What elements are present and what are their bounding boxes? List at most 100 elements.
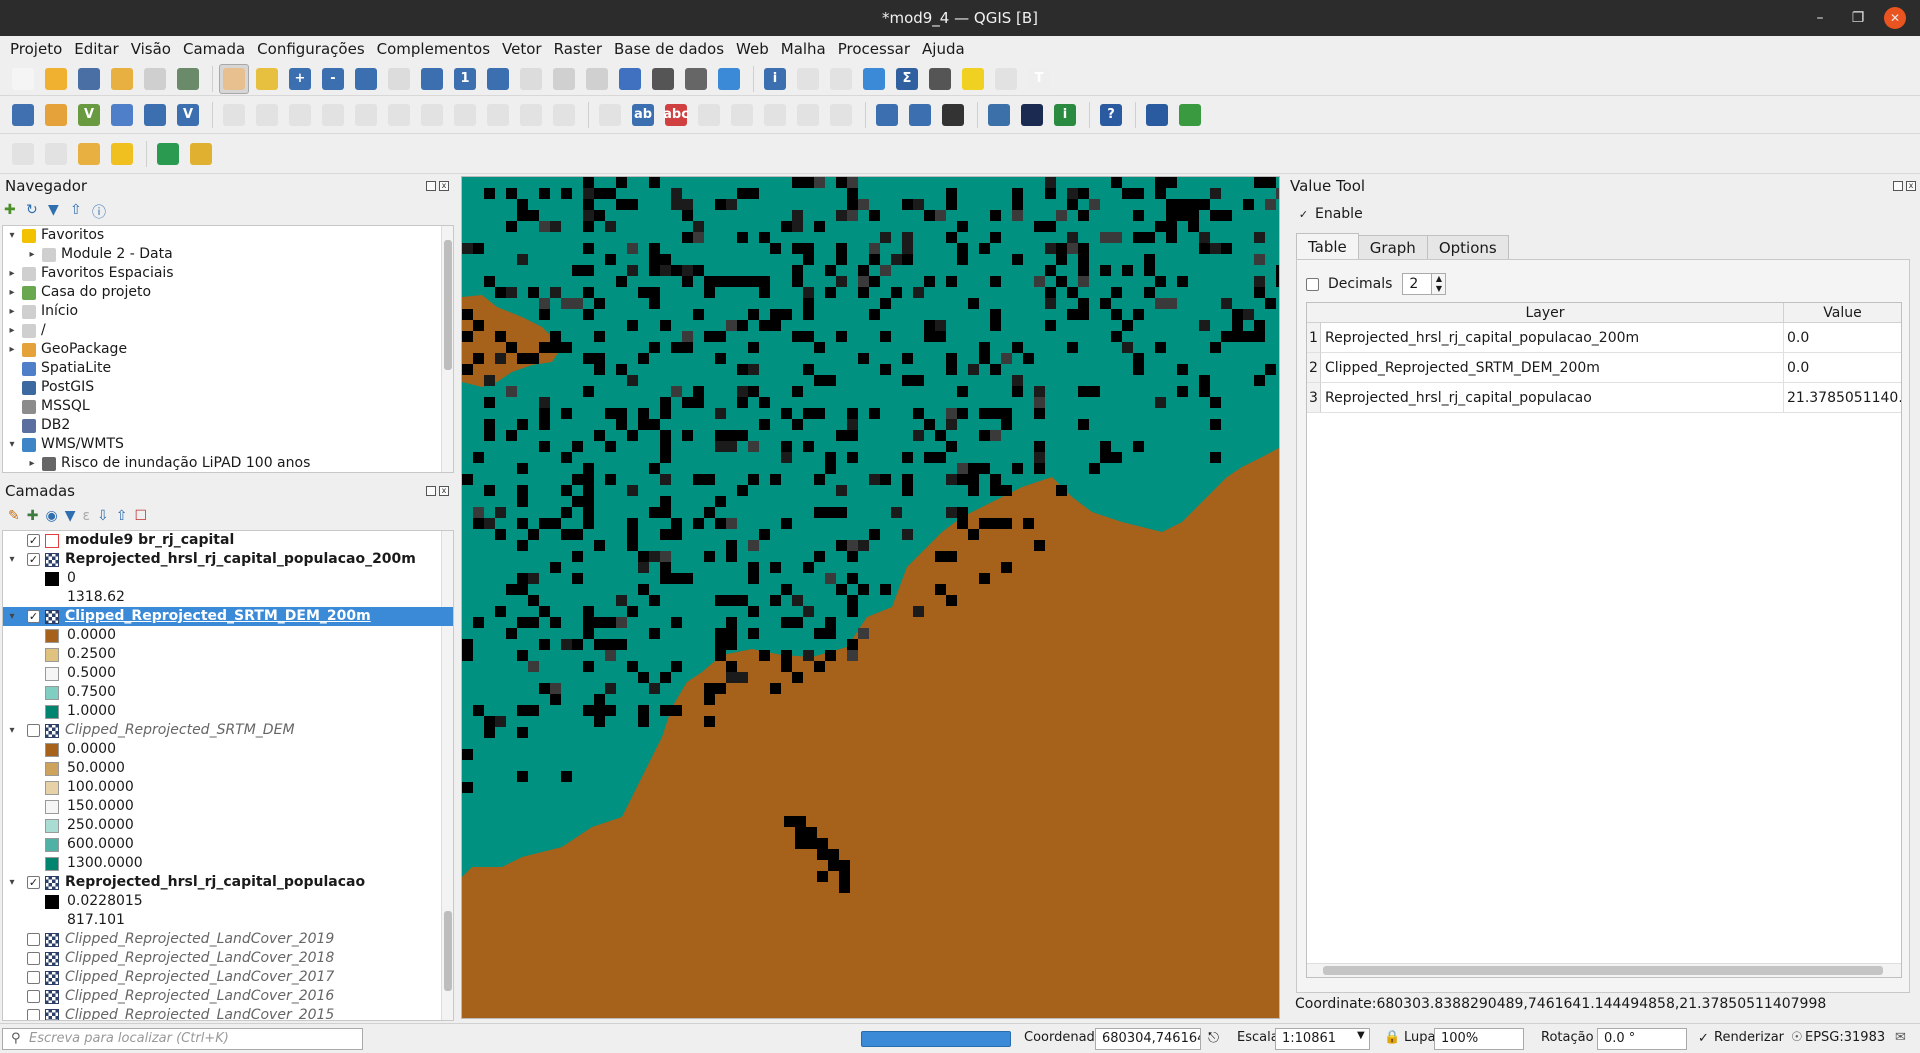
expand-arrow-icon[interactable]: ▾ — [7, 873, 17, 892]
undo-button[interactable] — [516, 100, 546, 130]
statistics-button[interactable]: Σ — [892, 64, 922, 94]
layer-item[interactable]: Clipped_Reprojected_LandCover_2016 — [3, 987, 453, 1006]
zoom-last-button[interactable] — [483, 64, 513, 94]
attribute-table-button[interactable] — [793, 64, 823, 94]
menu-web[interactable]: Web — [730, 36, 775, 62]
expand-arrow-icon[interactable]: ▾ — [7, 435, 17, 454]
menu-camada[interactable]: Camada — [177, 36, 251, 62]
layer-visibility-checkbox[interactable]: ✓ — [27, 610, 40, 623]
browser-item[interactable]: ▸ Favoritos Espaciais — [3, 264, 453, 283]
move-label-button[interactable] — [760, 100, 790, 130]
map-raster[interactable] — [462, 177, 1280, 1019]
expand-arrow-icon[interactable]: ▸ — [7, 302, 17, 321]
menu-processar[interactable]: Processar — [832, 36, 916, 62]
expand-all-icon[interactable]: ⇩ — [97, 508, 109, 524]
value-row-value[interactable]: 0.0 — [1783, 323, 1901, 353]
save-edits-button[interactable] — [285, 100, 315, 130]
select-by-expression-button[interactable] — [107, 139, 137, 169]
value-row-value[interactable]: 21.3785051140.. — [1783, 383, 1901, 413]
browser-item[interactable]: ▾ WMS/WMTS — [3, 435, 453, 454]
value-row-layer[interactable]: Reprojected_hrsl_rj_capital_populacao — [1321, 383, 1783, 413]
lock-icon[interactable]: 🔒 — [1384, 1030, 1400, 1045]
layer-item[interactable]: ✓ module9 br_rj_capital — [3, 531, 453, 550]
scale-field[interactable]: 1:10861 — [1275, 1028, 1370, 1050]
style-manager-icon[interactable]: ✎ — [8, 508, 20, 524]
layer-visibility-checkbox[interactable] — [27, 952, 40, 965]
menu-ajuda[interactable]: Ajuda — [916, 36, 971, 62]
menu-base-de-dados[interactable]: Base de dados — [608, 36, 730, 62]
layer-visibility-checkbox[interactable] — [27, 724, 40, 737]
tab-table[interactable]: Table — [1296, 233, 1359, 260]
zoom-out-button[interactable]: - — [318, 64, 348, 94]
add-feature-button[interactable] — [318, 100, 348, 130]
select-by-value-button[interactable] — [41, 139, 71, 169]
python-console-button[interactable] — [984, 100, 1014, 130]
metasearch-button[interactable] — [938, 100, 968, 130]
layer-visibility-checkbox[interactable] — [27, 971, 40, 984]
zoom-in-button[interactable]: + — [285, 64, 315, 94]
deselect-button[interactable] — [74, 139, 104, 169]
layer-item[interactable]: ▾ Clipped_Reprojected_SRTM_DEM — [3, 721, 453, 740]
zoom-native-button[interactable]: 1 — [450, 64, 480, 94]
wfs-button[interactable] — [905, 100, 935, 130]
browser-item[interactable]: ▸ Risco de inundação LiPAD 100 anos — [3, 454, 453, 472]
layer-item[interactable]: Clipped_Reprojected_LandCover_2018 — [3, 949, 453, 968]
value-row-value[interactable]: 0.0 — [1783, 353, 1901, 383]
layer-item[interactable]: ▾ ✓ Reprojected_hrsl_rj_capital_populacao_… — [3, 550, 453, 569]
close-panel-icon[interactable]: x — [439, 181, 449, 191]
open-project-button[interactable] — [41, 64, 71, 94]
decimals-stepper[interactable]: ▲ ▼ — [1432, 273, 1447, 295]
expand-arrow-icon[interactable]: ▸ — [7, 283, 17, 302]
expand-arrow-icon[interactable]: ▸ — [7, 264, 17, 283]
browser-item[interactable]: ▾ Favoritos — [3, 226, 453, 245]
new-bookmark-button[interactable] — [615, 64, 645, 94]
browser-item[interactable]: ▸ GeoPackage — [3, 340, 453, 359]
refresh-icon[interactable]: ↻ — [26, 202, 42, 218]
expand-arrow-icon[interactable]: ▸ — [27, 454, 37, 472]
value-tool-button[interactable] — [153, 139, 183, 169]
layer-visibility-checkbox[interactable]: ✓ — [27, 553, 40, 566]
expand-arrow-icon[interactable]: ▾ — [7, 721, 17, 740]
close-icon[interactable]: ✕ — [1884, 7, 1906, 29]
new-3d-view-button[interactable] — [582, 64, 612, 94]
chevron-down-icon[interactable]: ▼ — [1357, 1030, 1365, 1041]
layer-visibility-checkbox[interactable] — [27, 1009, 40, 1020]
zoom-selection-button[interactable] — [384, 64, 414, 94]
float-panel-icon[interactable] — [426, 486, 436, 496]
new-project-button[interactable] — [8, 64, 38, 94]
paste-features-button[interactable] — [483, 100, 513, 130]
zoom-next-button[interactable] — [516, 64, 546, 94]
crs-label[interactable]: EPSG:31983 — [1805, 1030, 1885, 1045]
wms-button[interactable] — [872, 100, 902, 130]
layer-visibility-checkbox[interactable]: ✓ — [27, 876, 40, 889]
new-virtual-layer-button[interactable]: V — [173, 100, 203, 130]
delete-selected-button[interactable] — [384, 100, 414, 130]
label-diagram-button[interactable]: abc — [661, 100, 691, 130]
expand-arrow-icon[interactable]: ▾ — [7, 550, 17, 569]
browser-item[interactable]: PostGIS — [3, 378, 453, 397]
info-plugin-button[interactable]: i — [1050, 100, 1080, 130]
layer-item[interactable]: Clipped_Reprojected_LandCover_2017 — [3, 968, 453, 987]
visibility-icon[interactable]: ◉ — [45, 508, 57, 524]
save-as-button[interactable] — [107, 64, 137, 94]
expand-arrow-icon[interactable]: ▸ — [7, 321, 17, 340]
menu-editar[interactable]: Editar — [68, 36, 124, 62]
layer-column-header[interactable]: Layer — [1307, 303, 1783, 323]
select-features-button[interactable] — [8, 139, 38, 169]
zoom-layer-button[interactable] — [417, 64, 447, 94]
new-map-view-button[interactable] — [549, 64, 579, 94]
close-panel-icon[interactable]: x — [1906, 181, 1916, 191]
edit-pencil-button[interactable] — [219, 100, 249, 130]
float-panel-icon[interactable] — [426, 181, 436, 191]
georeferencer-button[interactable] — [1142, 100, 1172, 130]
identify-button[interactable]: i — [760, 64, 790, 94]
float-panel-icon[interactable] — [1893, 181, 1903, 191]
browser-item[interactable]: DB2 — [3, 416, 453, 435]
filter-expression-icon[interactable]: ε — [82, 508, 90, 524]
globe-button[interactable] — [1017, 100, 1047, 130]
layer-visibility-checkbox[interactable] — [27, 933, 40, 946]
browser-item[interactable]: ▸ / — [3, 321, 453, 340]
decimals-spinbox[interactable]: 2 — [1402, 273, 1433, 295]
expand-arrow-icon[interactable]: ▾ — [7, 226, 17, 245]
help-button[interactable]: ? — [1096, 100, 1126, 130]
